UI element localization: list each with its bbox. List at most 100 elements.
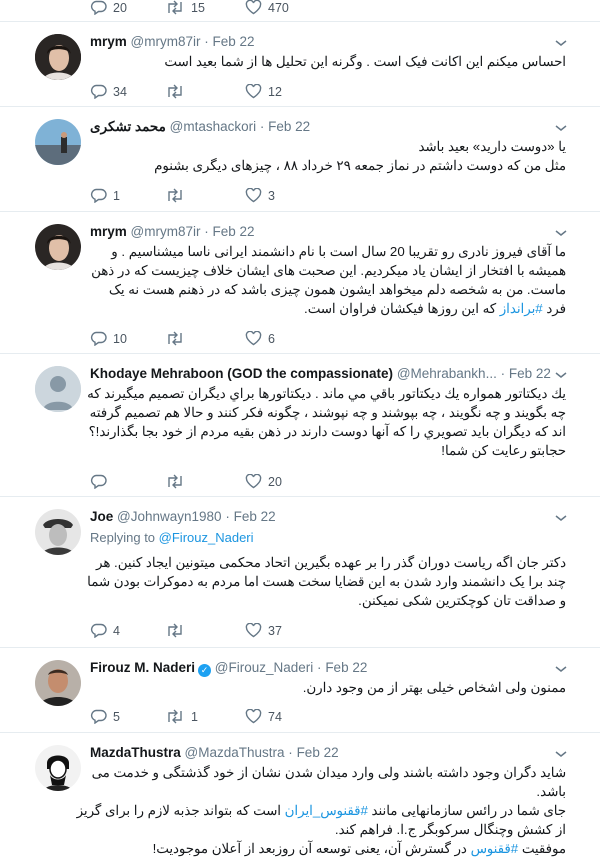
tweet-line: يك ديكتاتور همواره يك ديكتاتور باقي مي م… <box>87 386 566 401</box>
like-button[interactable]: 37 <box>245 623 282 638</box>
hashtag-link[interactable]: #برانداز <box>500 301 543 316</box>
retweet-button[interactable]: 15 <box>165 0 205 15</box>
like-count: 37 <box>268 623 282 638</box>
tweet-text: احساس میکنم این اکانت فیک است . وگرنه ای… <box>164 52 566 71</box>
reply-icon <box>90 84 107 99</box>
like-button[interactable]: 74 <box>245 709 282 724</box>
retweet-count: 15 <box>191 0 205 15</box>
reply-button[interactable]: 10 <box>90 331 127 346</box>
reply-count: 10 <box>113 331 127 346</box>
like-count: 12 <box>268 84 282 99</box>
text-fragment: در گسترش آن، یعنی توسعه آن روزبعد از آعل… <box>152 841 471 856</box>
tweet-line: از کشش وچنگال سرکوبگر ج.ا. فراهم کند. <box>334 822 566 837</box>
timestamp[interactable]: Feb 22 <box>213 34 255 49</box>
handle[interactable]: @mtashackori <box>170 119 256 134</box>
tweet-7[interactable]: MazdaThustra @MazdaThustra · Feb 22 شاید… <box>0 733 600 858</box>
retweet-icon <box>168 331 182 346</box>
reply-count: 34 <box>113 84 127 99</box>
tweet-line: موفقیت #ققنوس در گسترش آن، یعنی توسعه آن… <box>77 839 566 858</box>
reply-button[interactable]: 34 <box>90 84 127 99</box>
handle[interactable]: @Firouz_Naderi <box>215 660 314 675</box>
chevron-down-icon[interactable] <box>554 513 568 523</box>
like-button[interactable]: 20 <box>245 474 282 489</box>
tweet-line: چه بگويند و چه نگويند ، چه بپوشند و چه ن… <box>89 405 566 420</box>
text-fragment: موفقیت <box>518 841 566 856</box>
display-name[interactable]: mrym <box>90 224 127 239</box>
tweet-line: باشد. <box>536 784 566 799</box>
like-button[interactable]: 6 <box>245 331 275 346</box>
chevron-down-icon[interactable] <box>554 228 568 238</box>
hashtag-link[interactable]: #ققنوس_ایران <box>285 803 368 818</box>
like-button[interactable]: 3 <box>245 188 275 203</box>
like-count: 3 <box>268 188 275 203</box>
handle[interactable]: @mrym87ir <box>131 34 201 49</box>
chevron-down-icon[interactable] <box>554 664 568 674</box>
timestamp[interactable]: Feb 22 <box>325 660 367 675</box>
chevron-down-icon[interactable] <box>554 749 568 759</box>
display-name[interactable]: mrym <box>90 34 127 49</box>
handle[interactable]: @Mehrabankh... <box>397 366 497 381</box>
reply-button[interactable] <box>90 474 107 489</box>
avatar[interactable] <box>35 224 81 270</box>
reply-button[interactable]: 20 <box>90 0 127 15</box>
heart-icon <box>245 331 262 346</box>
chevron-down-icon[interactable] <box>554 123 568 133</box>
timestamp[interactable]: Feb 22 <box>268 119 310 134</box>
display-name[interactable]: Khodaye Mehraboon (GOD the compassionate… <box>90 366 393 381</box>
avatar[interactable] <box>35 745 81 791</box>
replying-handle-link[interactable]: @Firouz_Naderi <box>159 530 254 545</box>
reply-button[interactable]: 1 <box>90 188 120 203</box>
replying-to: Replying to @Firouz_Naderi <box>90 530 254 545</box>
tweet-line: مثل من که دوست داشتم در نماز جمعه ۲۹ خرد… <box>154 158 566 173</box>
display-name[interactable]: Firouz M. Naderi <box>90 660 195 675</box>
timestamp[interactable]: Feb 22 <box>213 224 255 239</box>
timestamp[interactable]: Feb 22 <box>234 509 276 524</box>
retweet-button[interactable] <box>165 623 185 638</box>
handle[interactable]: @Johnwayn1980 <box>117 509 222 524</box>
like-button[interactable]: 12 <box>245 84 282 99</box>
retweet-button[interactable] <box>165 331 185 346</box>
avatar[interactable] <box>35 660 81 706</box>
default-avatar-icon[interactable] <box>35 366 81 412</box>
tweet-3[interactable]: mrym @mrym87ir · Feb 22 ما آقای فیروز نا… <box>0 212 600 353</box>
timestamp[interactable]: Feb 22 <box>297 745 339 760</box>
tweet-line: شاید دگران وجود داشته باشند ولی وارد مید… <box>91 765 566 780</box>
text-fragment: جای شما در رائس سازمانهایی مانند <box>367 803 566 818</box>
reply-button[interactable]: 5 <box>90 709 120 724</box>
display-name[interactable]: MazdaThustra <box>90 745 181 760</box>
handle[interactable]: @MazdaThustra <box>185 745 285 760</box>
avatar[interactable] <box>35 509 81 555</box>
reply-button[interactable]: 4 <box>90 623 120 638</box>
timestamp[interactable]: Feb 22 <box>509 366 551 381</box>
retweet-icon <box>168 623 182 638</box>
retweet-button[interactable] <box>165 474 185 489</box>
tweet-1[interactable]: mrym @mrym87ir · Feb 22 احساس میکنم این … <box>0 22 600 106</box>
tweet-line: ممنون ولی اشخاص خیلی بهتر از من وجود دار… <box>302 680 566 695</box>
display-name[interactable]: محمد تشکری <box>90 119 166 134</box>
chevron-down-icon[interactable] <box>554 370 568 380</box>
reply-icon <box>90 709 107 724</box>
heart-icon <box>245 0 262 15</box>
avatar[interactable] <box>35 34 81 80</box>
retweet-icon <box>168 0 182 15</box>
tweet-line: ما آقای فیروز نادری رو تقریبا 20 سال است… <box>111 244 566 259</box>
reply-count: 4 <box>113 623 120 638</box>
chevron-down-icon[interactable] <box>554 38 568 48</box>
tweet-4[interactable]: Khodaye Mehraboon (GOD the compassionate… <box>0 354 600 496</box>
retweet-icon <box>168 474 182 489</box>
like-button[interactable]: 470 <box>245 0 289 15</box>
retweet-button[interactable] <box>165 188 185 203</box>
hashtag-link[interactable]: #ققنوس <box>471 841 519 856</box>
tweet-line: اند كه ديگران بايد تصويري را كه آنها دوس… <box>88 424 566 439</box>
tweet-text: یا «دوست دارید» بعید باشد مثل من که دوست… <box>154 137 566 175</box>
handle[interactable]: @mrym87ir <box>131 224 201 239</box>
retweet-button[interactable]: 1 <box>165 709 198 724</box>
retweet-button[interactable] <box>165 84 185 99</box>
like-count: 470 <box>268 0 289 15</box>
avatar[interactable] <box>35 119 81 165</box>
display-name[interactable]: Joe <box>90 509 113 524</box>
tweet-2[interactable]: محمد تشکری @mtashackori · Feb 22 یا «دوس… <box>0 107 600 211</box>
verified-badge-icon: ✓ <box>198 664 212 677</box>
tweet-6[interactable]: Firouz M. Naderi ✓ @Firouz_Naderi · Feb 2… <box>0 648 600 732</box>
tweet-5[interactable]: Joe @Johnwayn1980 · Feb 22 Replying to @… <box>0 497 600 647</box>
